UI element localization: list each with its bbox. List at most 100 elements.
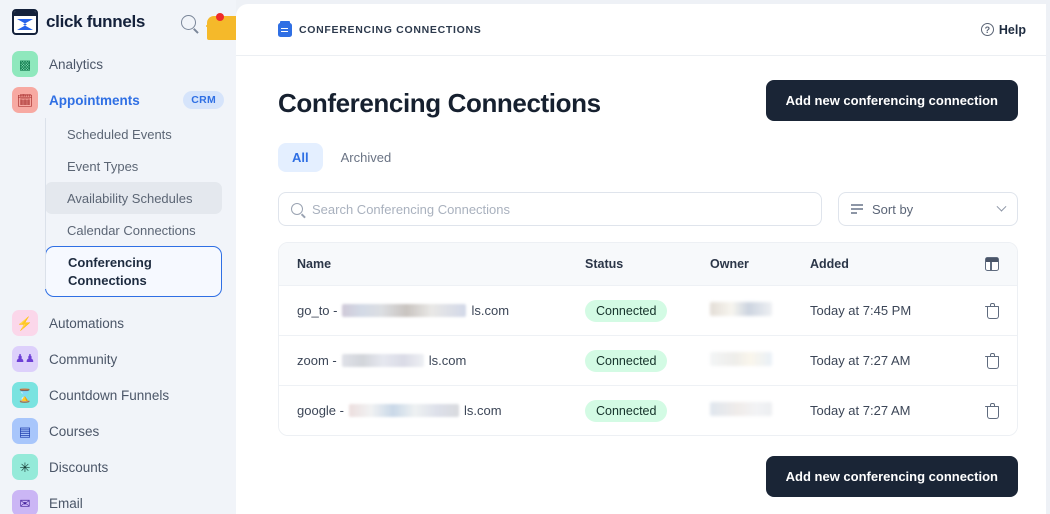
envelope-icon: ✉ xyxy=(12,490,38,514)
brand-actions xyxy=(181,12,236,40)
sort-lines-icon xyxy=(851,204,863,214)
help-label: Help xyxy=(998,22,1026,37)
book-icon: ▤ xyxy=(12,418,38,445)
sidebar-item-scheduled-events[interactable]: Scheduled Events xyxy=(45,118,222,150)
trash-icon[interactable] xyxy=(985,403,999,419)
footer-row: Add new conferencing connection xyxy=(278,456,1018,497)
connection-name-prefix: google - xyxy=(297,403,344,418)
tab-all[interactable]: All xyxy=(278,143,323,172)
sidebar-subnav: Scheduled Events Event Types Availabilit… xyxy=(0,118,236,298)
sidebar-item-appointments[interactable]: 🗓 Appointments CRM xyxy=(0,82,236,118)
sidebar-item-conferencing-connections[interactable]: Conferencing Connections xyxy=(45,246,222,298)
help-button[interactable]: ? Help xyxy=(980,22,1026,37)
sidebar-item-label: Analytics xyxy=(49,56,104,72)
sidebar-item-email[interactable]: ✉ Email xyxy=(0,485,236,514)
sidebar-item-countdown-funnels[interactable]: ⌛ Countdown Funnels xyxy=(0,377,236,413)
redacted-text xyxy=(341,354,424,367)
add-new-conferencing-connection-button-top[interactable]: Add new conferencing connection xyxy=(765,80,1018,121)
sidebar-item-label: Countdown Funnels xyxy=(49,387,170,403)
cell-actions xyxy=(959,303,999,319)
cell-owner xyxy=(710,352,810,369)
redacted-text xyxy=(348,404,459,417)
hourglass-icon: ⌛ xyxy=(12,382,38,409)
status-badge: Connected xyxy=(585,349,668,372)
connections-table: Name Status Owner Added go_to - ls.com C… xyxy=(278,242,1018,436)
search-icon[interactable] xyxy=(181,14,196,30)
sidebar-item-label: Automations xyxy=(49,315,125,331)
notification-dot xyxy=(216,12,224,21)
cell-name: zoom - ls.com xyxy=(297,353,585,368)
sidebar-item-label: Appointments xyxy=(49,92,140,108)
top-bar: CONFERENCING CONNECTIONS ? Help xyxy=(236,4,1046,56)
cell-status: Connected xyxy=(585,299,710,322)
main-area: CONFERENCING CONNECTIONS ? Help Conferen… xyxy=(236,0,1050,514)
page-title: Conferencing Connections xyxy=(278,88,601,118)
sidebar-item-label: Community xyxy=(49,351,118,367)
filter-row: Sort by xyxy=(278,192,1018,226)
add-new-conferencing-connection-button-bottom[interactable]: Add new conferencing connection xyxy=(765,456,1018,497)
calendar-edit-icon xyxy=(278,20,292,37)
sidebar-item-community[interactable]: ♟♟ Community xyxy=(0,341,236,377)
app-root: click funnels ▩ Analytics 🗓 Appointments xyxy=(0,0,1050,514)
cell-owner xyxy=(710,302,810,319)
lightning-icon: ⚡ xyxy=(12,310,38,337)
column-settings-cell[interactable] xyxy=(959,257,999,271)
bell-clapper xyxy=(211,27,216,30)
connection-name-suffix: ls.com xyxy=(463,403,502,418)
sidebar-item-availability-schedules[interactable]: Availability Schedules xyxy=(45,182,222,214)
column-header-added: Added xyxy=(810,257,849,271)
breadcrumb-label: CONFERENCING CONNECTIONS xyxy=(299,23,482,36)
sidebar-item-automations[interactable]: ⚡ Automations xyxy=(0,305,236,341)
sidebar-item-label: Email xyxy=(49,495,83,511)
trash-icon[interactable] xyxy=(985,303,999,319)
title-row: Conferencing Connections Add new confere… xyxy=(278,80,1018,121)
table-header: Name Status Owner Added xyxy=(279,243,1017,285)
table-row[interactable]: zoom - ls.com Connected Today at 7:27 AM xyxy=(279,335,1017,385)
cell-status: Connected xyxy=(585,349,710,372)
sort-by-dropdown[interactable]: Sort by xyxy=(838,192,1018,226)
cell-owner xyxy=(710,402,810,419)
discount-icon: ✳ xyxy=(12,454,38,481)
question-circle-icon: ? xyxy=(980,23,994,36)
brand-header: click funnels xyxy=(0,0,236,44)
columns-icon[interactable] xyxy=(985,257,999,271)
bell-icon[interactable] xyxy=(206,12,236,40)
table-row[interactable]: google - ls.com Connected Today at 7:27 … xyxy=(279,385,1017,435)
sidebar-item-label: Courses xyxy=(49,423,100,439)
cell-added: Today at 7:27 AM xyxy=(810,403,911,418)
trash-icon[interactable] xyxy=(985,353,999,369)
page-body: Conferencing Connections Add new confere… xyxy=(236,56,1046,514)
sort-by-label: Sort by xyxy=(872,201,914,217)
breadcrumb[interactable]: CONFERENCING CONNECTIONS xyxy=(278,20,482,37)
brand-name: click funnels xyxy=(46,12,146,31)
tab-archived[interactable]: Archived xyxy=(327,143,406,172)
cell-name: google - ls.com xyxy=(297,403,585,418)
sidebar-item-analytics[interactable]: ▩ Analytics xyxy=(0,46,236,82)
sidebar-item-courses[interactable]: ▤ Courses xyxy=(0,413,236,449)
chart-icon: ▩ xyxy=(12,51,38,77)
connection-name-suffix: ls.com xyxy=(471,303,510,318)
sidebar-item-event-types[interactable]: Event Types xyxy=(45,150,222,182)
cell-name: go_to - ls.com xyxy=(297,303,585,318)
people-icon: ♟♟ xyxy=(12,346,38,373)
chevron-down-icon xyxy=(996,201,1007,212)
sidebar-item-calendar-connections[interactable]: Calendar Connections xyxy=(45,214,222,246)
redacted-text xyxy=(342,304,467,317)
column-header-status: Status xyxy=(585,257,624,271)
connection-name-prefix: go_to - xyxy=(297,303,338,318)
search-box[interactable] xyxy=(278,192,822,226)
sidebar-item-label: Discounts xyxy=(49,459,109,475)
search-icon xyxy=(291,203,303,215)
status-badge: Connected xyxy=(585,399,668,422)
tab-list: All Archived xyxy=(278,143,1018,172)
connection-name-prefix: zoom - xyxy=(297,353,337,368)
cell-actions xyxy=(959,353,999,369)
cell-actions xyxy=(959,403,999,419)
sidebar: click funnels ▩ Analytics 🗓 Appointments xyxy=(0,0,236,514)
column-header-name: Name xyxy=(297,257,332,271)
search-input[interactable] xyxy=(312,201,809,217)
clickfunnels-logo-icon xyxy=(12,9,38,35)
column-header-owner: Owner xyxy=(710,257,749,271)
table-row[interactable]: go_to - ls.com Connected Today at 7:45 P… xyxy=(279,285,1017,335)
sidebar-item-discounts[interactable]: ✳ Discounts xyxy=(0,449,236,485)
